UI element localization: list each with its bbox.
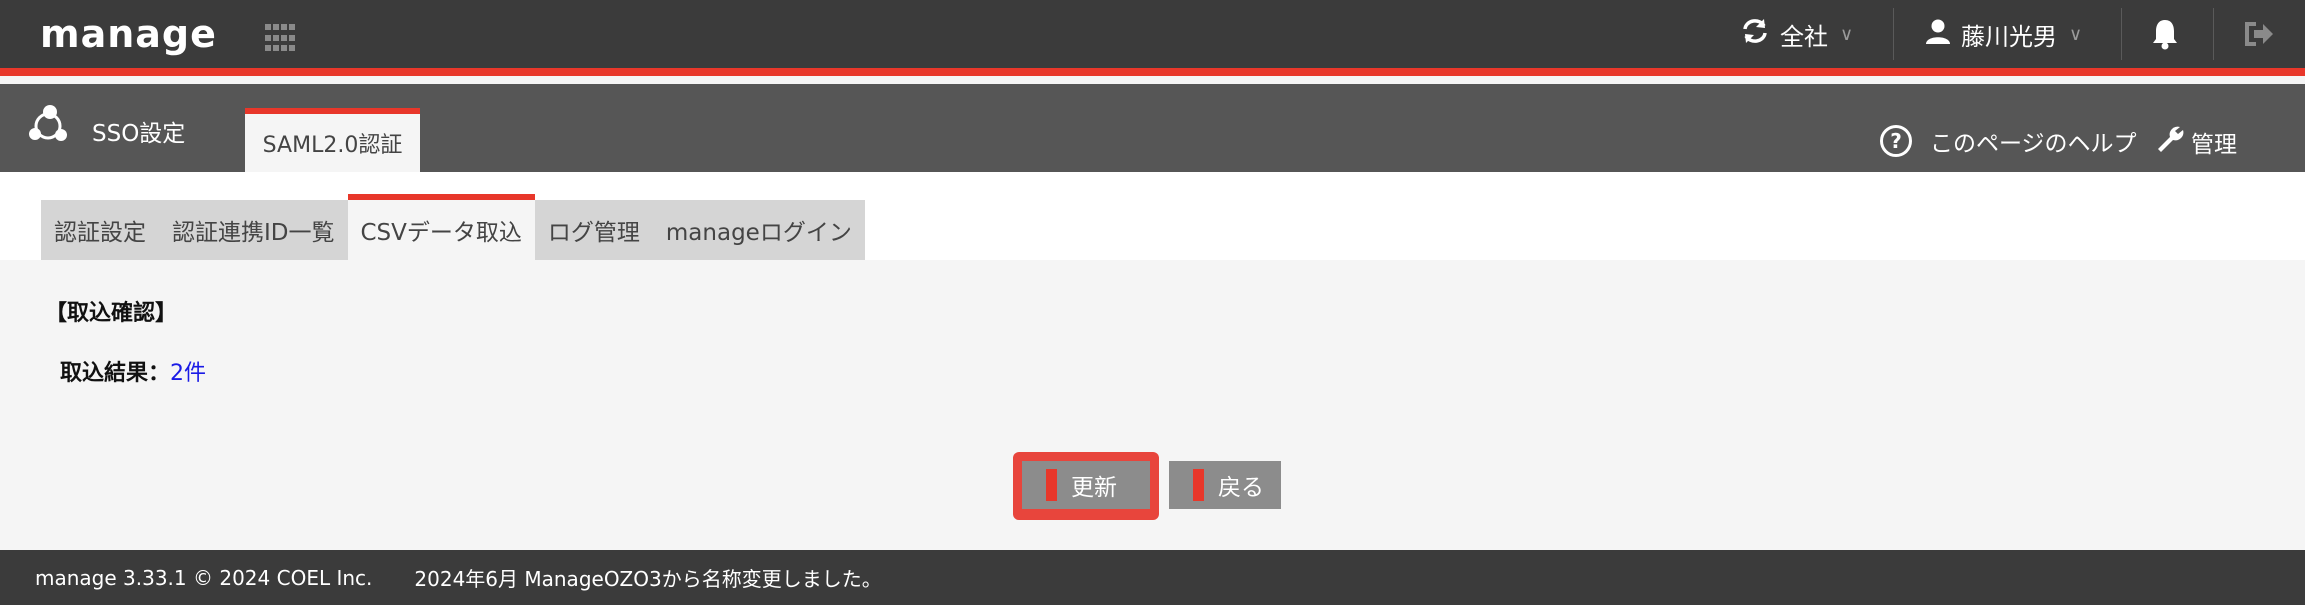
notification-bell-icon[interactable] (2151, 0, 2179, 68)
footer: manage 3.33.1 © 2024 COEL Inc. 2024年6月 M… (0, 550, 2305, 605)
divider (1893, 8, 1894, 60)
user-icon (1925, 18, 1951, 50)
result-label: 取込結果： (60, 361, 171, 386)
help-link[interactable]: ? このページのヘルプ (1880, 124, 2137, 158)
content-tabs-area: 認証設定 認証連携ID一覧 CSVデータ取込 ログ管理 manageログイン (0, 172, 2305, 260)
tab-auth-link-id-list[interactable]: 認証連携ID一覧 (159, 200, 348, 260)
chevron-down-icon: ∨ (2069, 23, 2083, 45)
import-result: 取込結果：2件 (60, 355, 206, 387)
button-accent-bar (1046, 469, 1057, 501)
tab-saml-auth[interactable]: SAML2.0認証 (245, 108, 420, 172)
update-button-focus-ring: 更新 (1013, 452, 1159, 520)
tab-auth-settings[interactable]: 認証設定 (41, 200, 159, 260)
admin-label: 管理 (2191, 132, 2237, 158)
refresh-icon (1740, 18, 1770, 50)
module-header: SSO設定 SAML2.0認証 ? このページのヘルプ 管理 (0, 84, 2305, 172)
update-button-label: 更新 (1071, 475, 1117, 501)
help-icon: ? (1880, 125, 1912, 157)
admin-link[interactable]: 管理 (2155, 124, 2237, 160)
module-title: SSO設定 (92, 121, 186, 147)
apps-grid-icon[interactable] (265, 24, 295, 54)
footer-version: manage 3.33.1 © 2024 COEL Inc. (35, 565, 373, 590)
back-button[interactable]: 戻る (1169, 461, 1281, 509)
wrench-icon (2155, 124, 2185, 160)
share-network-icon (26, 104, 70, 152)
tab-log-management[interactable]: ログ管理 (534, 200, 653, 260)
tab-manage-login[interactable]: manageログイン (652, 200, 865, 260)
update-button[interactable]: 更新 (1022, 461, 1150, 509)
divider (2213, 8, 2214, 60)
button-accent-bar (1193, 469, 1204, 501)
top-bar: manage 全社 ∨ 藤川光男 ∨ (0, 0, 2305, 76)
chevron-down-icon: ∨ (1840, 23, 1854, 45)
logout-icon[interactable] (2243, 0, 2275, 68)
result-value: 2件 (170, 361, 207, 386)
user-menu[interactable]: 藤川光男 ∨ (1925, 0, 2082, 68)
company-switcher[interactable]: 全社 ∨ (1740, 0, 1853, 68)
divider (2121, 8, 2122, 60)
footer-notice: 2024年6月 ManageOZO3から名称変更しました。 (414, 567, 882, 591)
back-button-label: 戻る (1218, 475, 1264, 501)
app-logo[interactable]: manage (40, 8, 217, 60)
help-label: このページのヘルプ (1930, 131, 2137, 157)
company-label: 全社 (1780, 22, 1828, 51)
user-name: 藤川光男 (1961, 22, 2057, 51)
section-heading: 【取込確認】 (45, 301, 178, 326)
tab-csv-import[interactable]: CSVデータ取込 (347, 194, 535, 260)
tab-bar: 認証設定 認証連携ID一覧 CSVデータ取込 ログ管理 manageログイン (41, 194, 865, 260)
